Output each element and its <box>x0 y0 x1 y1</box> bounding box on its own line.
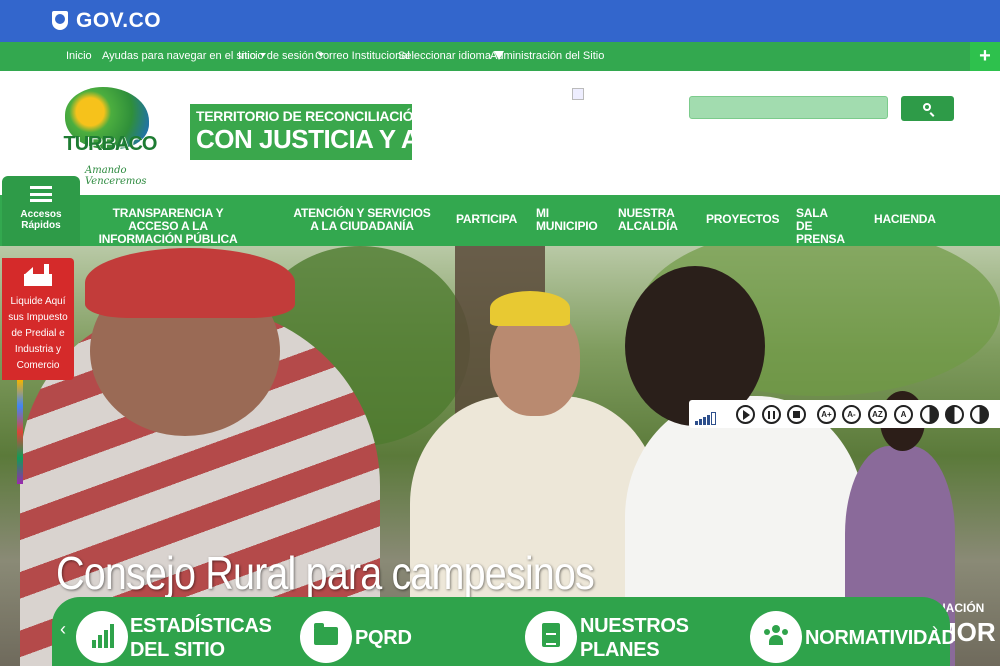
accessibility-toolbar: A+ A- AZ A <box>689 400 1000 428</box>
contrast-inverted-icon[interactable] <box>945 405 964 424</box>
nav-mi-municipio[interactable]: MI MUNICIPIO <box>536 207 598 233</box>
logo-tagline: Amando Venceremos <box>85 165 147 187</box>
pause-icon[interactable] <box>762 405 781 424</box>
top-nav-idioma[interactable]: Seleccionar idioma <box>398 50 504 62</box>
nav-atencion[interactable]: ATENCIÓN Y SERVICIOS A LA CIUDADANÍA <box>290 207 434 233</box>
slogan-line1: TERRITORIO DE RECONCILIACIÓN Y PAZ <box>196 108 465 124</box>
play-icon[interactable] <box>736 405 755 424</box>
font-decrease-icon[interactable]: A- <box>842 405 861 424</box>
nav-sala-prensa[interactable]: SALA DE PRENSA <box>796 207 846 246</box>
folder-icon[interactable] <box>300 611 352 663</box>
search-button[interactable] <box>901 96 954 121</box>
top-nav-idioma-label: Seleccionar idioma <box>398 50 491 62</box>
document-icon[interactable] <box>525 611 577 663</box>
users-icon[interactable] <box>750 611 802 663</box>
gov-co-bar: GOV.CO <box>0 0 1000 42</box>
top-nav-admin[interactable]: Administración del Sitio <box>490 50 604 62</box>
top-nav-ayudas-label: Ayudas para navegar en el sitio <box>102 50 256 62</box>
contrast-alt-icon[interactable] <box>970 405 989 424</box>
top-navigation: Inicio Ayudas para navegar en el sitio I… <box>0 42 1000 71</box>
plus-button[interactable]: + <box>970 42 1000 71</box>
font-icon[interactable]: A <box>894 405 913 424</box>
carousel-item-planes[interactable]: NUESTROS PLANES <box>580 614 689 662</box>
bar-chart-icon[interactable] <box>76 611 128 663</box>
carousel-prev-arrow[interactable]: ‹ <box>60 619 66 640</box>
quick-access-label: Accesos Rápidos <box>20 209 62 231</box>
volume-icon[interactable] <box>695 407 717 425</box>
slogan-banner: TERRITORIO DE RECONCILIACIÓN Y PAZ CON J… <box>190 104 479 160</box>
search-input[interactable] <box>689 96 888 119</box>
nav-nuestra-alcaldia[interactable]: NUESTRA ALCALDÍA <box>618 207 678 233</box>
top-nav-correo[interactable]: Correo Institucional <box>315 50 410 62</box>
nav-transparencia[interactable]: TRANSPARENCIA Y ACCESO A LA INFORMACIÓN … <box>92 207 244 246</box>
stop-icon[interactable] <box>787 405 806 424</box>
top-nav-inicio[interactable]: Inicio <box>66 50 92 62</box>
carousel-item-estadisticas[interactable]: ESTADÍSTICAS DEL SITIO WEB <box>130 614 272 666</box>
color-strip <box>17 380 23 484</box>
tax-widget-text: Liquide Aquí sus Impuesto de Predial e I… <box>8 296 68 371</box>
factory-icon <box>24 264 52 286</box>
tax-payment-widget[interactable]: Liquide Aquí sus Impuesto de Predial e I… <box>2 258 74 380</box>
gov-co-logo[interactable]: GOV.CO <box>76 9 161 33</box>
search-icon <box>923 103 931 111</box>
slogan-line2: CON JUSTICIA Y AMOR <box>196 124 479 154</box>
site-header: TURBACO Amando Venceremos TERRITORIO DE … <box>0 71 1000 195</box>
font-increase-icon[interactable]: A+ <box>817 405 836 424</box>
top-nav-inicio-sesion-label: Inicio de sesión <box>238 50 314 62</box>
quick-links-carousel: ‹ ESTADÍSTICAS DEL SITIO WEB PQRD NUESTR… <box>52 597 956 666</box>
logo-town-name: TURBACO <box>63 133 158 155</box>
quick-access-button[interactable]: Accesos Rápidos <box>2 176 80 246</box>
contrast-icon[interactable] <box>920 405 939 424</box>
nav-hacienda[interactable]: HACIENDA <box>874 213 936 226</box>
font-reset-icon[interactable]: AZ <box>868 405 887 424</box>
main-navigation: TRANSPARENCIA Y ACCESO A LA INFORMACIÓN … <box>0 195 1000 246</box>
carousel-next-arrow[interactable]: › <box>932 619 938 640</box>
top-nav-inicio-sesion[interactable]: Inicio de sesión <box>238 50 324 62</box>
turbaco-logo[interactable]: TURBACO Amando Venceremos <box>55 83 165 187</box>
nav-proyectos[interactable]: PROYECTOS <box>706 213 780 226</box>
hero-photo-cap <box>490 291 570 326</box>
menu-icon <box>30 186 52 202</box>
hero-caption: Consejo Rural para campesinos <box>56 547 595 599</box>
broken-image-icon <box>572 88 584 100</box>
colombia-shield-icon <box>52 11 68 30</box>
nav-participa[interactable]: PARTICIPA <box>456 213 517 226</box>
hero-photo-cap <box>85 248 295 318</box>
carousel-item-pqrd[interactable]: PQRD <box>355 626 412 650</box>
